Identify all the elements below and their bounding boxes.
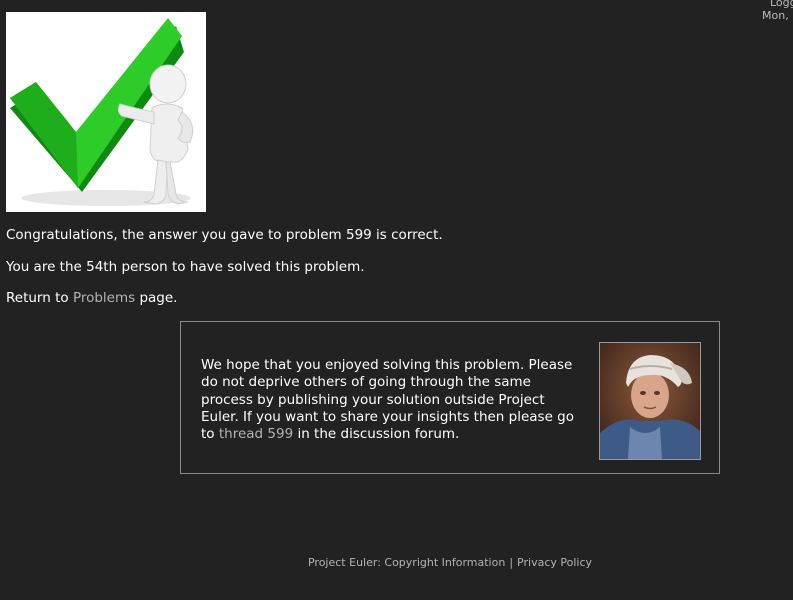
privacy-policy-link[interactable]: Privacy Policy bbox=[517, 556, 592, 569]
forum-notice-box: We hope that you enjoyed solving this pr… bbox=[180, 321, 720, 474]
problems-link[interactable]: Problems bbox=[73, 290, 135, 306]
date-display: Mon, bbox=[762, 9, 789, 22]
thread-link[interactable]: thread 599 bbox=[219, 426, 293, 442]
session-info: Logg Mon, bbox=[762, 0, 793, 22]
congratulations-message: Congratulations, the answer you gave to … bbox=[6, 227, 443, 243]
euler-portrait-image bbox=[599, 342, 701, 460]
notice-text-end: in the discussion forum. bbox=[293, 426, 460, 443]
solver-rank-message: You are the 54th person to have solved t… bbox=[6, 259, 365, 275]
correct-answer-image bbox=[6, 12, 206, 212]
footer: Project Euler: Copyright Information | Pri… bbox=[0, 556, 793, 569]
forum-notice-text: We hope that you enjoyed solving this pr… bbox=[201, 357, 576, 443]
return-suffix: page. bbox=[135, 290, 178, 306]
page: Logg Mon, Congratulations, the answer yo… bbox=[0, 0, 793, 600]
return-prefix: Return to bbox=[6, 290, 73, 306]
checkmark-figure-icon bbox=[10, 18, 194, 206]
euler-portrait-icon bbox=[600, 343, 700, 459]
return-line: Return to Problems page. bbox=[6, 290, 177, 306]
footer-separator: | bbox=[509, 556, 514, 569]
copyright-link[interactable]: Project Euler: Copyright Information bbox=[308, 556, 505, 569]
login-status[interactable]: Logg bbox=[762, 0, 793, 9]
